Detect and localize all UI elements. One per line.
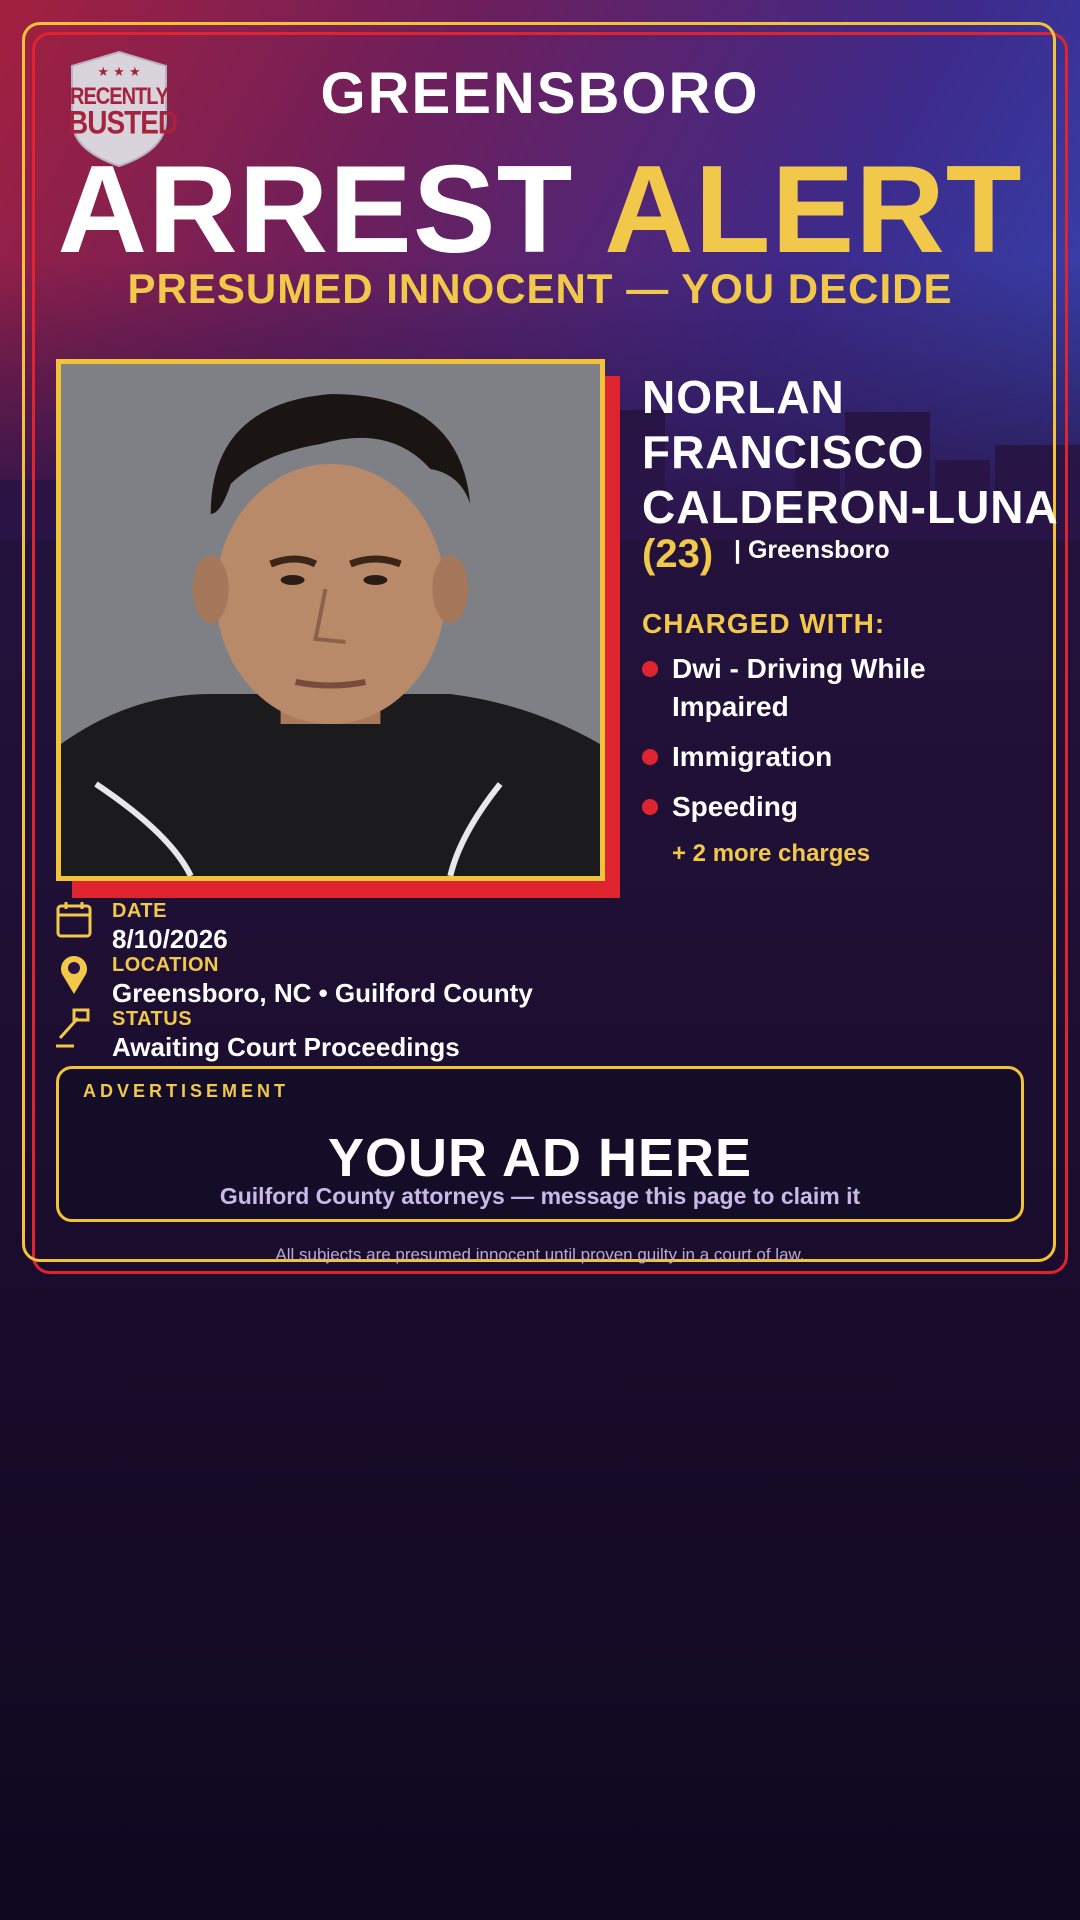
charged-with-heading: CHARGED WITH:: [642, 608, 886, 639]
date-label: DATE: [112, 900, 167, 922]
subject-last-name: CALDERON-LUNA: [642, 481, 1059, 533]
subject-first-name: NORLAN: [642, 371, 845, 423]
charge-text: Dwi - Driving While Impaired: [672, 653, 926, 722]
bullet-icon: [642, 799, 658, 815]
headline-arrest: ARREST: [57, 141, 574, 279]
city-title: GREENSBORO: [320, 61, 760, 126]
subject-age: (23): [642, 532, 714, 576]
headline: ARREST ALERT: [0, 148, 1080, 272]
charge-text: Speeding: [672, 791, 799, 822]
disclaimer: All subjects are presumed innocent until…: [275, 1245, 805, 1264]
charge-item: Immigration: [642, 738, 1042, 776]
charges-list: Dwi - Driving While Impaired Immigration…: [642, 650, 1042, 838]
date-value: 8/10/2026: [112, 924, 228, 954]
ad-title: YOUR AD HERE: [327, 1128, 753, 1188]
advertisement-box[interactable]: ADVERTISEMENT YOUR AD HERE Guilford Coun…: [56, 1066, 1024, 1222]
status-value: Awaiting Court Proceedings: [112, 1032, 460, 1062]
location-value: Greensboro, NC • Guilford County: [112, 978, 533, 1008]
mugshot-photo: [56, 359, 605, 881]
gavel-icon: [56, 1008, 92, 1048]
location-pin-icon: [56, 954, 92, 994]
headline-alert: ALERT: [604, 141, 1023, 279]
status-label: STATUS: [112, 1008, 193, 1030]
charge-item: Dwi - Driving While Impaired: [642, 650, 1042, 726]
calendar-icon: [56, 900, 92, 940]
more-charges: + 2 more charges: [672, 840, 871, 867]
ad-subtitle: Guilford County attorneys — message this…: [219, 1183, 861, 1209]
subject-hometown: | Greensboro: [734, 536, 890, 564]
subject-middle-name: FRANCISCO: [642, 426, 925, 478]
bullet-icon: [642, 661, 658, 677]
charge-item: Speeding: [642, 788, 1042, 826]
subject-name: NORLAN FRANCISCO CALDERON-LUNA: [642, 370, 1059, 535]
subheadline: PRESUMED INNOCENT — YOU DECIDE: [127, 265, 953, 312]
bullet-icon: [642, 749, 658, 765]
ad-tag: ADVERTISEMENT: [83, 1081, 290, 1101]
charge-text: Immigration: [672, 741, 833, 772]
location-label: LOCATION: [112, 954, 219, 976]
